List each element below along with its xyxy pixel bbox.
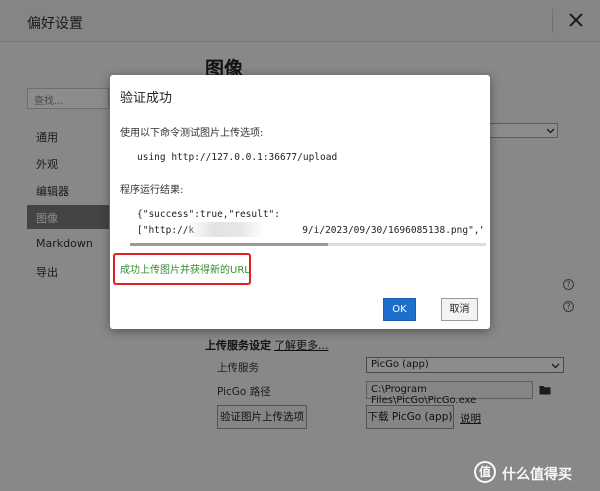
- horizontal-scrollbar[interactable]: [130, 243, 486, 246]
- result-url-start: ["http://k: [137, 225, 195, 236]
- dialog-result-label: 程序运行结果:: [120, 185, 184, 196]
- cancel-button[interactable]: 取消: [441, 298, 478, 321]
- watermark-logo-icon: 值: [474, 461, 496, 483]
- dialog-title: 验证成功: [120, 91, 173, 106]
- dialog-command: using http://127.0.0.1:36677/upload: [137, 152, 338, 163]
- result-url-end: 9/i/2023/09/30/1696085138.png","http:/: [302, 225, 483, 236]
- dialog-instruction: 使用以下命令测试图片上传选项:: [120, 128, 264, 139]
- redaction-blur: [187, 222, 264, 237]
- scrollbar-thumb[interactable]: [130, 243, 328, 246]
- dialog-result-line-1: {"success":true,"result":: [137, 209, 280, 220]
- highlight-annotation: [113, 253, 251, 285]
- verify-success-dialog: 验证成功 使用以下命令测试图片上传选项: using http://127.0.…: [110, 75, 490, 329]
- watermark: 值 什么值得买: [474, 461, 600, 485]
- watermark-text: 什么值得买: [502, 467, 572, 483]
- ok-button[interactable]: OK: [383, 298, 416, 321]
